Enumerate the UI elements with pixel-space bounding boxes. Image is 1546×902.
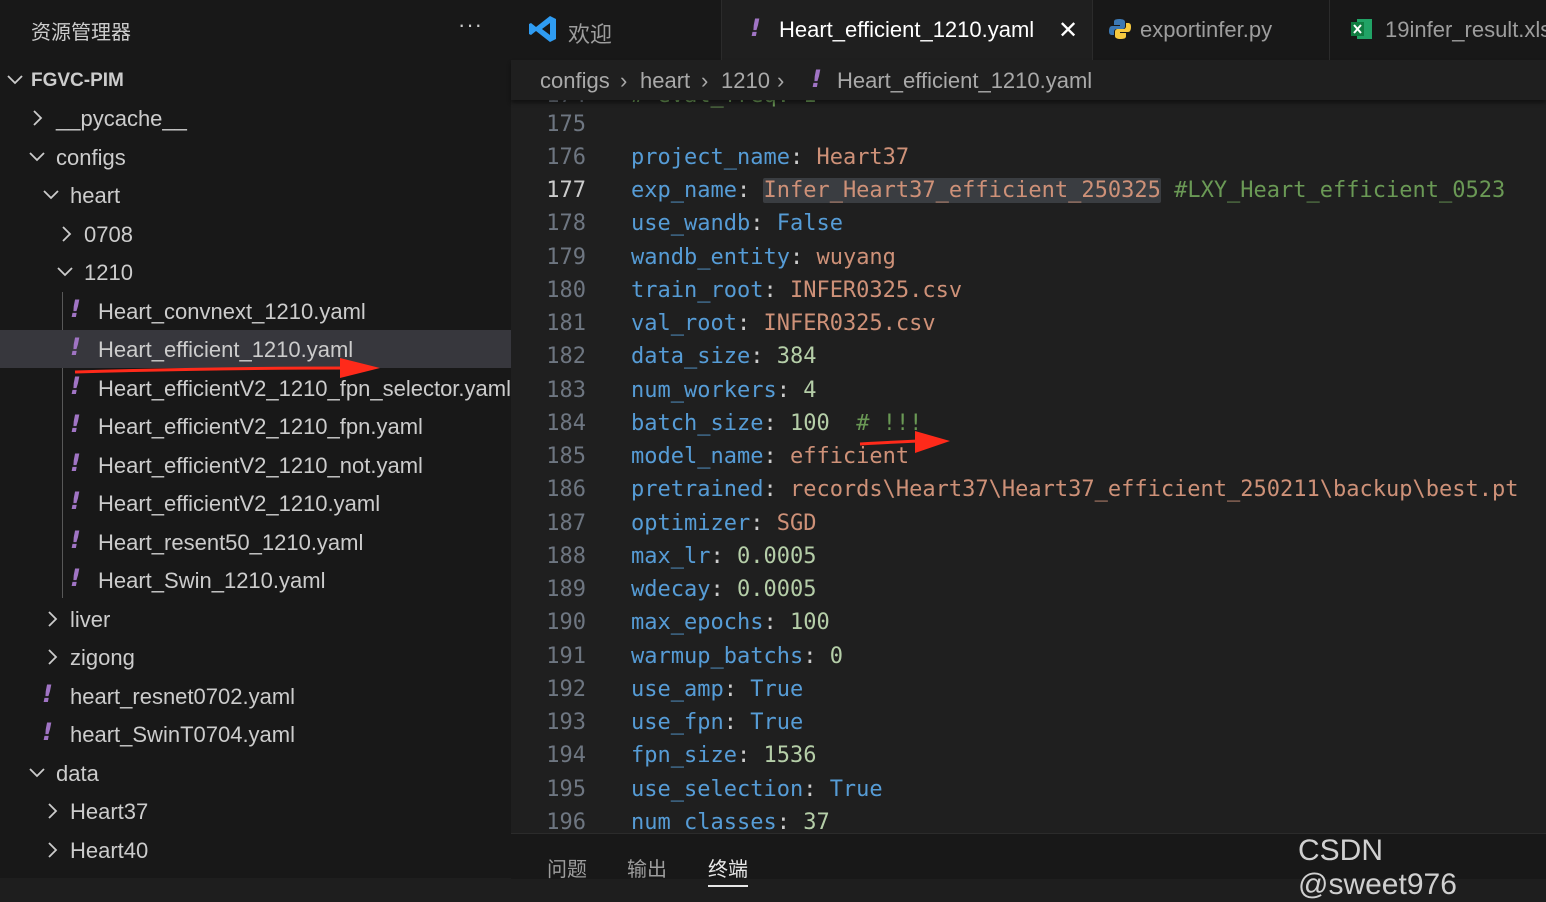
tree-file-heart-convnext[interactable]: ! Heart_convnext_1210.yaml: [0, 292, 511, 330]
code-line-175: 175: [546, 112, 586, 137]
tree-file-heart-efficientv2[interactable]: ! Heart_efficientV2_1210.yaml: [0, 484, 511, 522]
tab-heart-efficient-yaml[interactable]: ! Heart_efficient_1210.yaml ✕: [722, 0, 1093, 60]
tree-item-configs[interactable]: configs: [0, 138, 511, 176]
tree-item-heart[interactable]: heart: [0, 176, 511, 214]
yaml-icon: !: [70, 449, 81, 477]
code-line-182: 182 data_size: 384: [546, 344, 817, 369]
chevron-down-icon: [42, 186, 60, 204]
breadcrumb-item-file[interactable]: Heart_efficient_1210.yaml: [837, 68, 1092, 94]
code-line-177-current: 177 exp_name: Infer_Heart37_efficient_25…: [546, 178, 1506, 203]
breadcrumb-item-1210[interactable]: 1210: [721, 68, 770, 94]
tree-item-heart40[interactable]: Heart40: [0, 831, 511, 869]
tree-item-heart37[interactable]: Heart37: [0, 792, 511, 830]
tree-file-heart-efficientv2-fpn-selector[interactable]: ! Heart_efficientV2_1210_fpn_selector.ya…: [0, 369, 511, 407]
yaml-icon: !: [70, 333, 81, 361]
tree-file-heart-efficientv2-fpn[interactable]: ! Heart_efficientV2_1210_fpn.yaml: [0, 407, 511, 445]
code-line-191: 191 warmup_batchs: 0: [546, 644, 843, 669]
code-line-180: 180 train_root: INFER0325.csv: [546, 278, 963, 303]
code-line-176: 176 project_name: Heart37: [546, 145, 910, 170]
tab-welcome[interactable]: 欢迎: [511, 0, 722, 60]
tree-file-heart-swin[interactable]: ! Heart_Swin_1210.yaml: [0, 561, 511, 599]
chevron-right-icon: ›: [701, 68, 709, 93]
yaml-icon: !: [70, 487, 81, 515]
tree-root-label: FGVC-PIM: [31, 70, 124, 91]
code-line-196: 196 num_classes: 37: [546, 810, 830, 833]
code-line-178: 178 use_wandb: False: [546, 211, 843, 236]
tree-item-pycache[interactable]: __pycache__: [0, 99, 511, 137]
chevron-right-icon: [44, 610, 62, 628]
code-line-181: 181 val_root: INFER0325.csv: [546, 311, 936, 336]
tree-file-heart-swint0704[interactable]: ! heart_SwinT0704.yaml: [0, 715, 511, 753]
chevron-down-icon: [28, 148, 46, 166]
tree-item-0708[interactable]: 0708: [0, 215, 511, 253]
yaml-icon: !: [42, 718, 53, 746]
tree-file-heart-efficientv2-not[interactable]: ! Heart_efficientV2_1210_not.yaml: [0, 446, 511, 484]
code-line-190: 190 max_epochs: 100: [546, 610, 830, 635]
code-line-188: 188 max_lr: 0.0005: [546, 544, 817, 569]
code-line-189: 189 wdecay: 0.0005: [546, 577, 817, 602]
code-line-186: 186 pretrained: records\Heart37\Heart37_…: [546, 477, 1519, 502]
chevron-right-icon: [29, 109, 47, 127]
breadcrumb-item-configs[interactable]: configs: [540, 68, 610, 94]
yaml-icon: !: [70, 564, 81, 592]
chevron-right-icon: ›: [620, 68, 628, 93]
code-line-187: 187 optimizer: SGD: [546, 511, 817, 536]
yaml-icon: !: [70, 295, 81, 323]
code-line-183: 183 num_workers: 4: [546, 378, 817, 403]
tree-root-folder[interactable]: FGVC-PIM: [0, 61, 511, 99]
chevron-down-icon: [6, 71, 24, 89]
explorer-sidebar: 资源管理器 ··· FGVC-PIM __pycache__ configs h…: [0, 0, 511, 878]
yaml-icon: !: [70, 526, 81, 554]
tree-file-heart-efficient-selected[interactable]: ! Heart_efficient_1210.yaml: [0, 330, 511, 368]
explorer-header: 资源管理器 ···: [0, 0, 511, 59]
code-line-193: 193 use_fpn: True: [546, 710, 804, 735]
code-line-194: 194 fpn_size: 1536: [546, 743, 817, 768]
code-line-192: 192 use_amp: True: [546, 677, 804, 702]
tree-file-heart-resent50[interactable]: ! Heart_resent50_1210.yaml: [0, 523, 511, 561]
yaml-icon: !: [811, 65, 822, 93]
code-line-185: 185 model_name: efficient: [546, 444, 910, 469]
tree-item-zigong[interactable]: zigong: [0, 638, 511, 676]
more-actions-icon[interactable]: ···: [458, 12, 483, 38]
csdn-watermark: CSDN @sweet976: [1298, 834, 1457, 901]
editor-tab-bar: 欢迎 ! Heart_efficient_1210.yaml ✕ exporti…: [511, 0, 1546, 60]
chevron-right-icon: [44, 841, 62, 859]
python-icon: [1109, 18, 1131, 45]
yaml-icon: !: [750, 14, 761, 42]
breadcrumb: configs › heart › 1210 › ! Heart_efficie…: [511, 60, 1546, 100]
chevron-right-icon: [44, 802, 62, 820]
tree-item-data[interactable]: data: [0, 754, 511, 792]
tree-item-liver[interactable]: liver: [0, 600, 511, 638]
code-editor[interactable]: 174 # eval_freq: 1 175 176 project_name:…: [511, 100, 1546, 833]
yaml-icon: !: [70, 410, 81, 438]
tree-file-heart-resnet0702[interactable]: ! heart_resnet0702.yaml: [0, 677, 511, 715]
chevron-right-icon: ›: [777, 68, 785, 93]
chevron-down-icon: [28, 764, 46, 782]
chevron-down-icon: [56, 263, 74, 281]
explorer-title: 资源管理器: [31, 22, 131, 44]
yaml-icon: !: [70, 372, 81, 400]
excel-icon: [1351, 18, 1373, 45]
chevron-right-icon: [44, 648, 62, 666]
tab-exportinfer-py[interactable]: exportinfer.py: [1093, 0, 1330, 60]
code-line-195: 195 use_selection: True: [546, 777, 883, 802]
code-line-184: 184 batch_size: 100 # !!!: [546, 411, 923, 436]
tree-item-1210[interactable]: 1210: [0, 253, 511, 291]
vscode-icon: [528, 14, 558, 49]
chevron-right-icon: [58, 225, 76, 243]
code-line-179: 179 wandb_entity: wuyang: [546, 245, 896, 270]
panel-tab-terminal[interactable]: 终端: [708, 853, 748, 887]
tab-19infer-result-xlsx[interactable]: 19infer_result.xlsx: [1330, 0, 1546, 60]
breadcrumb-item-heart[interactable]: heart: [640, 68, 690, 94]
close-icon[interactable]: ✕: [1058, 16, 1078, 45]
yaml-icon: !: [42, 680, 53, 708]
